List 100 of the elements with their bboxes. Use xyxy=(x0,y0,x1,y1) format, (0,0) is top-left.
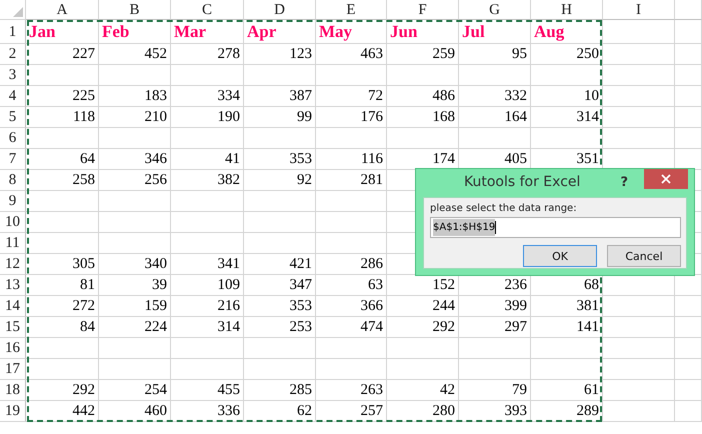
table-cell: 366 xyxy=(316,296,387,317)
table-cell: 123 xyxy=(244,44,316,65)
column-header[interactable]: E xyxy=(316,0,387,20)
row-header[interactable]: 1 xyxy=(0,20,26,44)
table-cell: 382 xyxy=(171,170,244,191)
table-cell: 225 xyxy=(26,86,99,107)
table-cell: 256 xyxy=(99,170,171,191)
table-cell: 336 xyxy=(171,401,244,422)
row-header[interactable]: 17 xyxy=(0,359,26,380)
table-cell: 216 xyxy=(171,296,244,317)
table-cell: 341 xyxy=(171,254,244,275)
table-cell: 116 xyxy=(316,149,387,170)
month-header-cell: Feb xyxy=(99,20,171,44)
table-cell: 258 xyxy=(26,170,99,191)
row-header[interactable]: 3 xyxy=(0,65,26,86)
table-cell: 455 xyxy=(171,380,244,401)
table-cell: 393 xyxy=(459,401,531,422)
column-header[interactable]: I xyxy=(603,0,675,20)
table-cell: 79 xyxy=(459,380,531,401)
table-cell: 285 xyxy=(244,380,316,401)
row-header[interactable]: 11 xyxy=(0,233,26,254)
table-cell: 297 xyxy=(459,317,531,338)
dialog-title: Kutools for Excel xyxy=(464,174,582,190)
column-header[interactable]: H xyxy=(531,0,603,20)
table-cell: 62 xyxy=(244,401,316,422)
table-cell: 263 xyxy=(316,380,387,401)
table-cell: 42 xyxy=(387,380,459,401)
close-button[interactable] xyxy=(644,169,688,189)
table-cell: 95 xyxy=(459,44,531,65)
table-cell: 353 xyxy=(244,149,316,170)
table-cell: 141 xyxy=(531,317,603,338)
table-cell: 250 xyxy=(531,44,603,65)
table-cell: 227 xyxy=(26,44,99,65)
table-cell: 210 xyxy=(99,107,171,128)
table-cell: 452 xyxy=(99,44,171,65)
table-cell: 463 xyxy=(316,44,387,65)
range-input-field[interactable]: $A$1:$H$19 xyxy=(430,217,681,238)
table-cell: 183 xyxy=(99,86,171,107)
table-cell: 286 xyxy=(316,254,387,275)
table-cell: 244 xyxy=(387,296,459,317)
month-header-cell: Jan xyxy=(26,20,99,44)
table-cell: 281 xyxy=(316,170,387,191)
table-cell: 118 xyxy=(26,107,99,128)
column-header[interactable]: A xyxy=(26,0,99,20)
help-button[interactable]: ? xyxy=(616,175,644,190)
row-header[interactable]: 19 xyxy=(0,401,26,422)
table-cell: 353 xyxy=(244,296,316,317)
table-cell: 460 xyxy=(99,401,171,422)
table-cell: 10 xyxy=(531,86,603,107)
row-header[interactable]: 4 xyxy=(0,86,26,107)
row-header[interactable]: 10 xyxy=(0,212,26,233)
column-header[interactable]: G xyxy=(459,0,531,20)
ok-button[interactable]: OK xyxy=(523,245,597,267)
table-cell: 84 xyxy=(26,317,99,338)
table-cell: 81 xyxy=(26,275,99,296)
row-header[interactable]: 13 xyxy=(0,275,26,296)
row-header[interactable]: 18 xyxy=(0,380,26,401)
table-cell: 39 xyxy=(99,275,171,296)
table-cell: 332 xyxy=(459,86,531,107)
row-header[interactable]: 14 xyxy=(0,296,26,317)
select-all-corner[interactable] xyxy=(0,0,26,20)
table-cell: 442 xyxy=(26,401,99,422)
table-cell: 334 xyxy=(171,86,244,107)
column-header[interactable] xyxy=(675,0,702,20)
cancel-button[interactable]: Cancel xyxy=(607,245,681,267)
column-header[interactable]: C xyxy=(171,0,244,20)
table-cell: 474 xyxy=(316,317,387,338)
row-header[interactable]: 16 xyxy=(0,338,26,359)
table-cell: 72 xyxy=(316,86,387,107)
row-header[interactable]: 12 xyxy=(0,254,26,275)
table-cell: 92 xyxy=(244,170,316,191)
column-header[interactable]: B xyxy=(99,0,171,20)
row-header[interactable]: 2 xyxy=(0,44,26,65)
row-header[interactable]: 8 xyxy=(0,170,26,191)
table-cell: 314 xyxy=(171,317,244,338)
table-cell: 61 xyxy=(531,380,603,401)
table-cell: 272 xyxy=(26,296,99,317)
column-header[interactable]: F xyxy=(387,0,459,20)
table-cell: 253 xyxy=(244,317,316,338)
close-icon xyxy=(661,174,671,184)
table-cell: 190 xyxy=(171,107,244,128)
row-header[interactable]: 15 xyxy=(0,317,26,338)
table-cell: 176 xyxy=(316,107,387,128)
table-cell: 259 xyxy=(387,44,459,65)
month-header-cell: Jun xyxy=(387,20,459,44)
table-cell: 278 xyxy=(171,44,244,65)
table-cell: 168 xyxy=(387,107,459,128)
column-header[interactable]: D xyxy=(244,0,316,20)
row-header[interactable]: 5 xyxy=(0,107,26,128)
table-cell: 159 xyxy=(99,296,171,317)
table-cell: 63 xyxy=(316,275,387,296)
table-cell: 257 xyxy=(316,401,387,422)
table-cell: 381 xyxy=(531,296,603,317)
month-header-cell: Mar xyxy=(171,20,244,44)
row-header[interactable]: 6 xyxy=(0,128,26,149)
month-header-cell: May xyxy=(316,20,387,44)
row-header[interactable]: 9 xyxy=(0,191,26,212)
table-cell: 292 xyxy=(387,317,459,338)
row-header[interactable]: 7 xyxy=(0,149,26,170)
table-cell: 109 xyxy=(171,275,244,296)
